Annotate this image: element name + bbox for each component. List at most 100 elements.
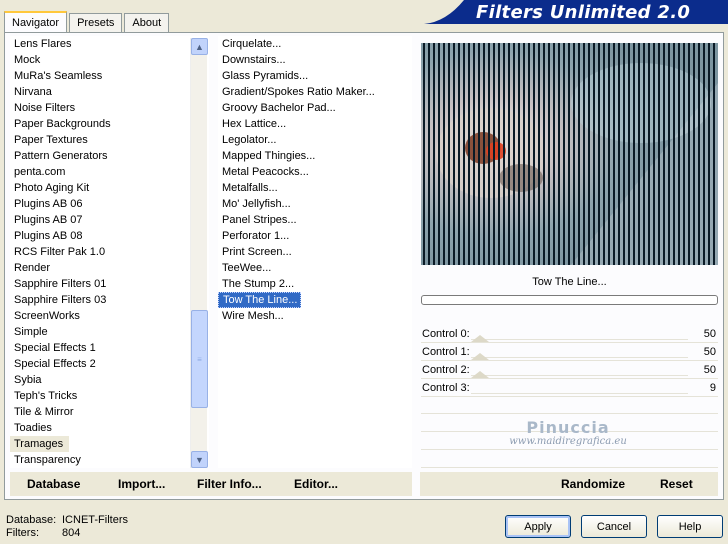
control-value: 50 [703, 364, 716, 376]
preview-stripe [548, 43, 550, 265]
category-item[interactable]: MuRa's Seamless [10, 68, 209, 84]
category-item[interactable]: Sybia [10, 372, 209, 388]
preview-stripe [498, 43, 500, 265]
filter-item[interactable]: Hex Lattice... [218, 116, 412, 132]
preview-stripe [648, 43, 650, 265]
tab-about[interactable]: About [124, 13, 170, 32]
category-item[interactable]: Plugins AB 07 [10, 212, 209, 228]
preview-stripe [438, 43, 440, 265]
database-value: ICNET-Filters [62, 514, 128, 526]
preview-stripe [508, 43, 510, 265]
control-2-slider[interactable]: Control 2: 50 [421, 361, 718, 379]
filter-item[interactable]: Print Screen... [218, 244, 412, 260]
slider-thumb-icon[interactable] [471, 371, 489, 378]
filter-item[interactable]: Metalfalls... [218, 180, 412, 196]
category-item[interactable]: Special Effects 2 [10, 356, 209, 372]
watermark: Pinuccia www.maidiregrafica.eu [498, 418, 638, 447]
help-button[interactable]: Help [657, 515, 723, 538]
category-item[interactable]: Sapphire Filters 03 [10, 292, 209, 308]
slider-thumb-icon[interactable] [471, 353, 489, 360]
category-item[interactable]: Lens Flares [10, 36, 209, 52]
category-item[interactable]: Plugins AB 06 [10, 196, 209, 212]
control-1-slider[interactable]: Control 1: 50 [421, 343, 718, 361]
preview-stripe [628, 43, 630, 265]
category-item[interactable]: Paper Textures [10, 132, 209, 148]
filter-item[interactable]: Downstairs... [218, 52, 412, 68]
preview-stripe [673, 43, 675, 265]
filter-item[interactable]: Wire Mesh... [218, 308, 412, 324]
scroll-thumb[interactable]: ≡ [191, 310, 208, 408]
category-item[interactable]: RCS Filter Pak 1.0 [10, 244, 209, 260]
slider-thumb-icon[interactable] [471, 335, 489, 342]
filter-item[interactable]: Perforator 1... [218, 228, 412, 244]
cancel-button[interactable]: Cancel [581, 515, 647, 538]
scroll-up-icon[interactable]: ▲ [191, 38, 208, 55]
control-0-slider[interactable]: Control 0: 50 [421, 325, 718, 343]
preview-stripe [553, 43, 555, 265]
filter-item[interactable]: Tow The Line... [218, 292, 302, 308]
filter-item[interactable]: Gradient/Spokes Ratio Maker... [218, 84, 412, 100]
category-item[interactable]: Simple [10, 324, 209, 340]
filter-item[interactable]: TeeWee... [218, 260, 412, 276]
tab-presets[interactable]: Presets [69, 13, 123, 32]
category-scrollbar[interactable]: ▲ ≡ ▼ [190, 38, 208, 468]
progress-bar [421, 295, 718, 305]
category-item[interactable]: Transparency [10, 452, 209, 468]
database-label: Database: [6, 514, 57, 526]
filter-item[interactable]: Groovy Bachelor Pad... [218, 100, 412, 116]
category-item[interactable]: Nirvana [10, 84, 209, 100]
category-item[interactable]: ScreenWorks [10, 308, 209, 324]
filter-item[interactable]: Metal Peacocks... [218, 164, 412, 180]
filter-item[interactable]: The Stump 2... [218, 276, 412, 292]
category-item[interactable]: Tramages [10, 436, 70, 452]
category-item[interactable]: Mock [10, 52, 209, 68]
filter-list[interactable]: Cirquelate... Downstairs... Glass Pyramids… [218, 36, 412, 468]
preview-stripe [708, 43, 710, 265]
randomize-button[interactable]: Randomize [561, 477, 625, 491]
category-item[interactable]: Photo Aging Kit [10, 180, 209, 196]
filter-item[interactable]: Panel Stripes... [218, 212, 412, 228]
filter-item[interactable]: Legolator... [218, 132, 412, 148]
control-3-slider[interactable]: Control 3: 9 [421, 379, 718, 397]
category-item[interactable]: penta.com [10, 164, 209, 180]
preview-stripe [468, 43, 470, 265]
category-item[interactable]: Plugins AB 08 [10, 228, 209, 244]
preview-stripe [608, 43, 610, 265]
control-value: 9 [709, 382, 716, 394]
filter-item[interactable]: Mo' Jellyfish... [218, 196, 412, 212]
slider-track [471, 339, 688, 340]
brand-banner: Filters Unlimited 2.0 [424, 0, 728, 24]
category-item[interactable]: Sapphire Filters 01 [10, 276, 209, 292]
database-button[interactable]: Database [27, 477, 80, 491]
preview-stripe [533, 43, 535, 265]
tab-navigator[interactable]: Navigator [4, 11, 68, 33]
preview-stripe [518, 43, 520, 265]
category-item[interactable]: Noise Filters [10, 100, 209, 116]
category-item[interactable]: Teph's Tricks [10, 388, 209, 404]
control-label: Control 3: [422, 382, 470, 394]
category-item[interactable]: Pattern Generators [10, 148, 209, 164]
category-item[interactable]: Special Effects 1 [10, 340, 209, 356]
preview-stripe [588, 43, 590, 265]
filter-item[interactable]: Mapped Thingies... [218, 148, 412, 164]
preview-stripe [593, 43, 595, 265]
preview-stripe [513, 43, 515, 265]
category-list[interactable]: Lens Flares Mock MuRa's Seamless Nirvana Noi… [10, 36, 209, 468]
preview-stripe [578, 43, 580, 265]
category-item[interactable]: Paper Backgrounds [10, 116, 209, 132]
preview-stripe [623, 43, 625, 265]
control-label: Control 1: [422, 346, 470, 358]
category-item[interactable]: Tile & Mirror [10, 404, 209, 420]
filter-item[interactable]: Cirquelate... [218, 36, 412, 52]
editor-button[interactable]: Editor... [294, 477, 338, 491]
import-button[interactable]: Import... [118, 477, 165, 491]
preview-stripe [603, 43, 605, 265]
scroll-down-icon[interactable]: ▼ [191, 451, 208, 468]
apply-button[interactable]: Apply [505, 515, 571, 538]
filter-info-button[interactable]: Filter Info... [197, 477, 262, 491]
reset-button[interactable]: Reset [660, 477, 693, 491]
category-item[interactable]: Render [10, 260, 209, 276]
filter-item[interactable]: Glass Pyramids... [218, 68, 412, 84]
category-item[interactable]: Toadies [10, 420, 209, 436]
filters-label: Filters: [6, 527, 39, 539]
